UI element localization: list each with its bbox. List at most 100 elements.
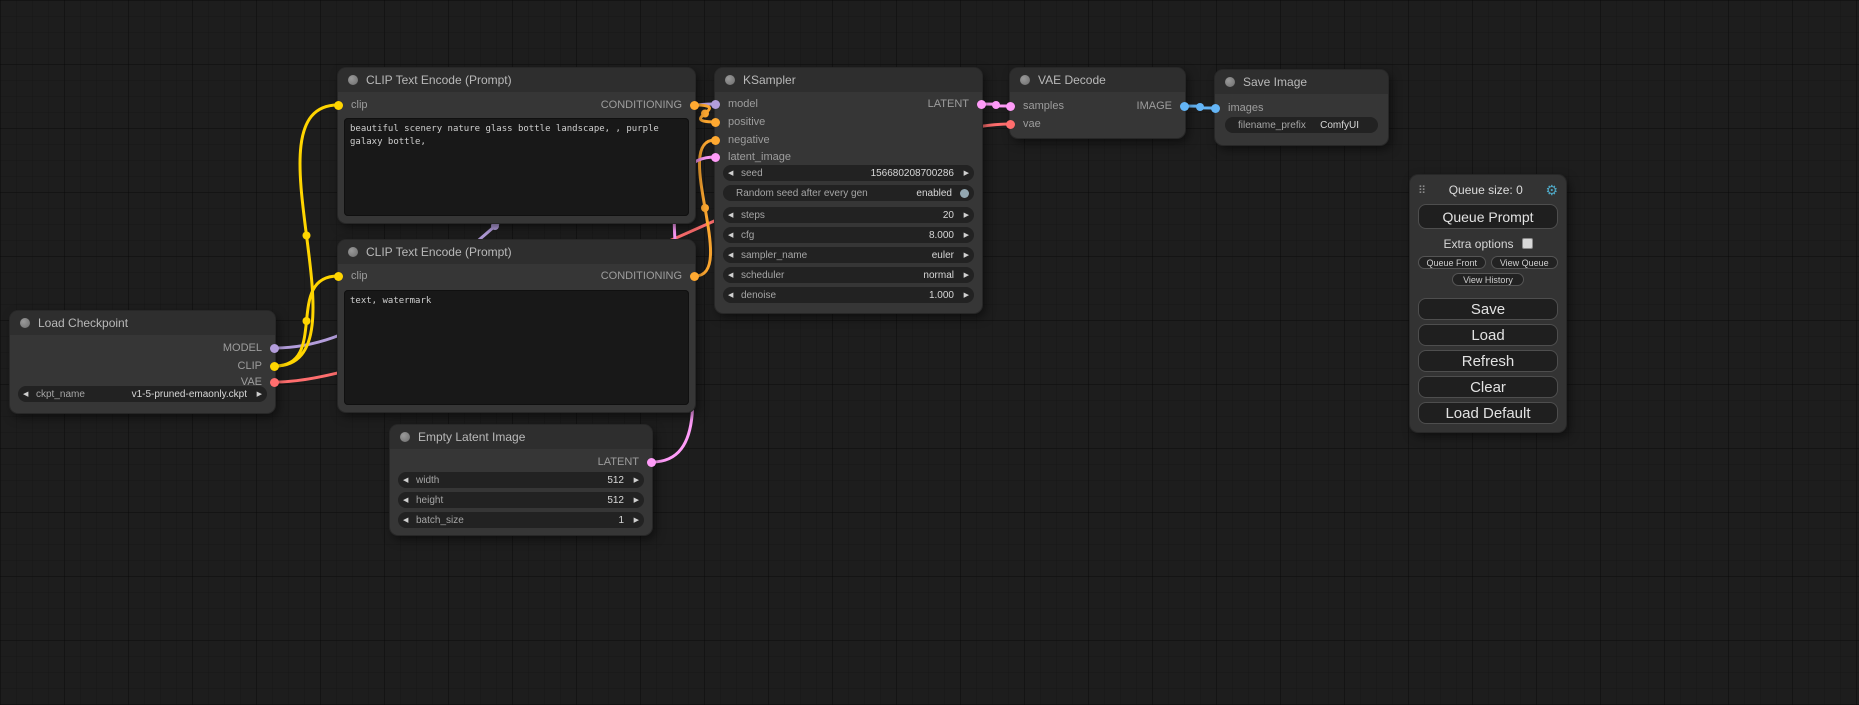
widget-ckpt-name[interactable]: ◀ ckpt_name v1-5-pruned-emaonly.ckpt ▶ xyxy=(18,386,267,402)
node-load-checkpoint[interactable]: Load Checkpoint MODEL CLIP VAE ◀ ckpt_na… xyxy=(10,311,275,413)
widget-width[interactable]: ◀ width 512 ▶ xyxy=(398,472,644,488)
node-title-bar[interactable]: CLIP Text Encode (Prompt) xyxy=(338,68,695,92)
node-title: VAE Decode xyxy=(1038,73,1106,87)
widget-value: 512 xyxy=(443,495,624,506)
node-clip-text-encode-positive[interactable]: CLIP Text Encode (Prompt) clip CONDITION… xyxy=(338,68,695,223)
widget-random-seed-toggle[interactable]: Random seed after every gen enabled xyxy=(723,185,974,201)
prompt-textarea[interactable]: beautiful scenery nature glass bottle la… xyxy=(344,118,689,216)
view-queue-button[interactable]: View Queue xyxy=(1491,256,1559,269)
decrement-icon[interactable]: ◀ xyxy=(403,476,414,484)
node-clip-text-encode-negative[interactable]: CLIP Text Encode (Prompt) clip CONDITION… xyxy=(338,240,695,412)
increment-icon[interactable]: ▶ xyxy=(251,390,262,398)
widget-denoise[interactable]: ◀ denoise 1.000 ▶ xyxy=(723,287,974,303)
clear-button[interactable]: Clear xyxy=(1418,376,1558,398)
node-title-bar[interactable]: Empty Latent Image xyxy=(390,425,652,449)
widget-value: 1 xyxy=(464,515,624,526)
refresh-button[interactable]: Refresh xyxy=(1418,350,1558,372)
input-label-latent-image: latent_image xyxy=(728,149,791,165)
decrement-icon[interactable]: ◀ xyxy=(728,169,739,177)
node-title-bar[interactable]: Load Checkpoint xyxy=(10,311,275,335)
collapse-dot[interactable] xyxy=(348,247,358,257)
node-graph-canvas[interactable]: Load Checkpoint MODEL CLIP VAE ◀ ckpt_na… xyxy=(0,0,1859,705)
widget-cfg[interactable]: ◀ cfg 8.000 ▶ xyxy=(723,227,974,243)
node-title-bar[interactable]: CLIP Text Encode (Prompt) xyxy=(338,240,695,264)
input-label-vae: vae xyxy=(1023,116,1041,132)
input-port-clip[interactable] xyxy=(334,272,343,281)
widget-sampler-name[interactable]: ◀ sampler_name euler ▶ xyxy=(723,247,974,263)
widget-filename-prefix[interactable]: filename_prefix ComfyUI xyxy=(1225,117,1378,133)
node-title-bar[interactable]: KSampler xyxy=(715,68,982,92)
widget-steps[interactable]: ◀ steps 20 ▶ xyxy=(723,207,974,223)
input-port-latent-image[interactable] xyxy=(711,153,720,162)
save-button[interactable]: Save xyxy=(1418,298,1558,320)
output-port-model[interactable] xyxy=(270,344,279,353)
decrement-icon[interactable]: ◀ xyxy=(728,231,739,239)
input-port-positive[interactable] xyxy=(711,118,720,127)
widget-scheduler[interactable]: ◀ scheduler normal ▶ xyxy=(723,267,974,283)
queue-prompt-button[interactable]: Queue Prompt xyxy=(1418,204,1558,229)
node-title: CLIP Text Encode (Prompt) xyxy=(366,245,512,259)
node-save-image[interactable]: Save Image images filename_prefix ComfyU… xyxy=(1215,70,1388,145)
toggle-dot[interactable] xyxy=(960,189,969,198)
collapse-dot[interactable] xyxy=(348,75,358,85)
output-port-conditioning[interactable] xyxy=(690,101,699,110)
input-port-negative[interactable] xyxy=(711,136,720,145)
decrement-icon[interactable]: ◀ xyxy=(403,516,414,524)
settings-gear-icon[interactable]: ⚙ xyxy=(1545,183,1558,197)
node-empty-latent-image[interactable]: Empty Latent Image LATENT ◀ width 512 ▶ … xyxy=(390,425,652,535)
input-port-clip[interactable] xyxy=(334,101,343,110)
increment-icon[interactable]: ▶ xyxy=(958,291,969,299)
output-port-conditioning[interactable] xyxy=(690,272,699,281)
node-ksampler[interactable]: KSampler model positive negative latent_… xyxy=(715,68,982,313)
input-label-samples: samples xyxy=(1023,98,1064,114)
increment-icon[interactable]: ▶ xyxy=(628,496,639,504)
output-port-image[interactable] xyxy=(1180,102,1189,111)
output-port-vae[interactable] xyxy=(270,378,279,387)
increment-icon[interactable]: ▶ xyxy=(958,251,969,259)
collapse-dot[interactable] xyxy=(400,432,410,442)
output-port-clip[interactable] xyxy=(270,362,279,371)
load-default-button[interactable]: Load Default xyxy=(1418,402,1558,424)
input-port-images[interactable] xyxy=(1211,104,1220,113)
collapse-dot[interactable] xyxy=(1020,75,1030,85)
widget-label: sampler_name xyxy=(741,250,807,261)
increment-icon[interactable]: ▶ xyxy=(958,231,969,239)
queue-front-button[interactable]: Queue Front xyxy=(1418,256,1486,269)
extra-options-checkbox[interactable] xyxy=(1522,238,1533,249)
decrement-icon[interactable]: ◀ xyxy=(728,251,739,259)
view-history-button[interactable]: View History xyxy=(1452,273,1524,286)
widget-label: width xyxy=(416,475,439,486)
widget-value: euler xyxy=(807,250,954,261)
input-port-samples[interactable] xyxy=(1006,102,1015,111)
prompt-textarea[interactable]: text, watermark xyxy=(344,290,689,405)
increment-icon[interactable]: ▶ xyxy=(958,211,969,219)
increment-icon[interactable]: ▶ xyxy=(958,169,969,177)
decrement-icon[interactable]: ◀ xyxy=(728,211,739,219)
node-title-bar[interactable]: Save Image xyxy=(1215,70,1388,94)
decrement-icon[interactable]: ◀ xyxy=(728,291,739,299)
increment-icon[interactable]: ▶ xyxy=(958,271,969,279)
output-port-latent[interactable] xyxy=(977,100,986,109)
collapse-dot[interactable] xyxy=(1225,77,1235,87)
node-title: Load Checkpoint xyxy=(38,316,128,330)
increment-icon[interactable]: ▶ xyxy=(628,476,639,484)
decrement-icon[interactable]: ◀ xyxy=(728,271,739,279)
decrement-icon[interactable]: ◀ xyxy=(403,496,414,504)
collapse-dot[interactable] xyxy=(725,75,735,85)
decrement-icon[interactable]: ◀ xyxy=(23,390,34,398)
collapse-dot[interactable] xyxy=(20,318,30,328)
node-title-bar[interactable]: VAE Decode xyxy=(1010,68,1185,92)
load-button[interactable]: Load xyxy=(1418,324,1558,346)
output-port-latent[interactable] xyxy=(647,458,656,467)
node-vae-decode[interactable]: VAE Decode samples vae IMAGE xyxy=(1010,68,1185,138)
input-label-images: images xyxy=(1228,100,1263,116)
input-port-model[interactable] xyxy=(711,100,720,109)
widget-height[interactable]: ◀ height 512 ▶ xyxy=(398,492,644,508)
widget-seed[interactable]: ◀ seed 156680208700286 ▶ xyxy=(723,165,974,181)
widget-batch-size[interactable]: ◀ batch_size 1 ▶ xyxy=(398,512,644,528)
increment-icon[interactable]: ▶ xyxy=(628,516,639,524)
view-history-row: View History xyxy=(1418,273,1558,286)
drag-handle-icon[interactable]: ⠿ xyxy=(1418,184,1426,197)
output-label-image: IMAGE xyxy=(1137,98,1172,114)
input-port-vae[interactable] xyxy=(1006,120,1015,129)
